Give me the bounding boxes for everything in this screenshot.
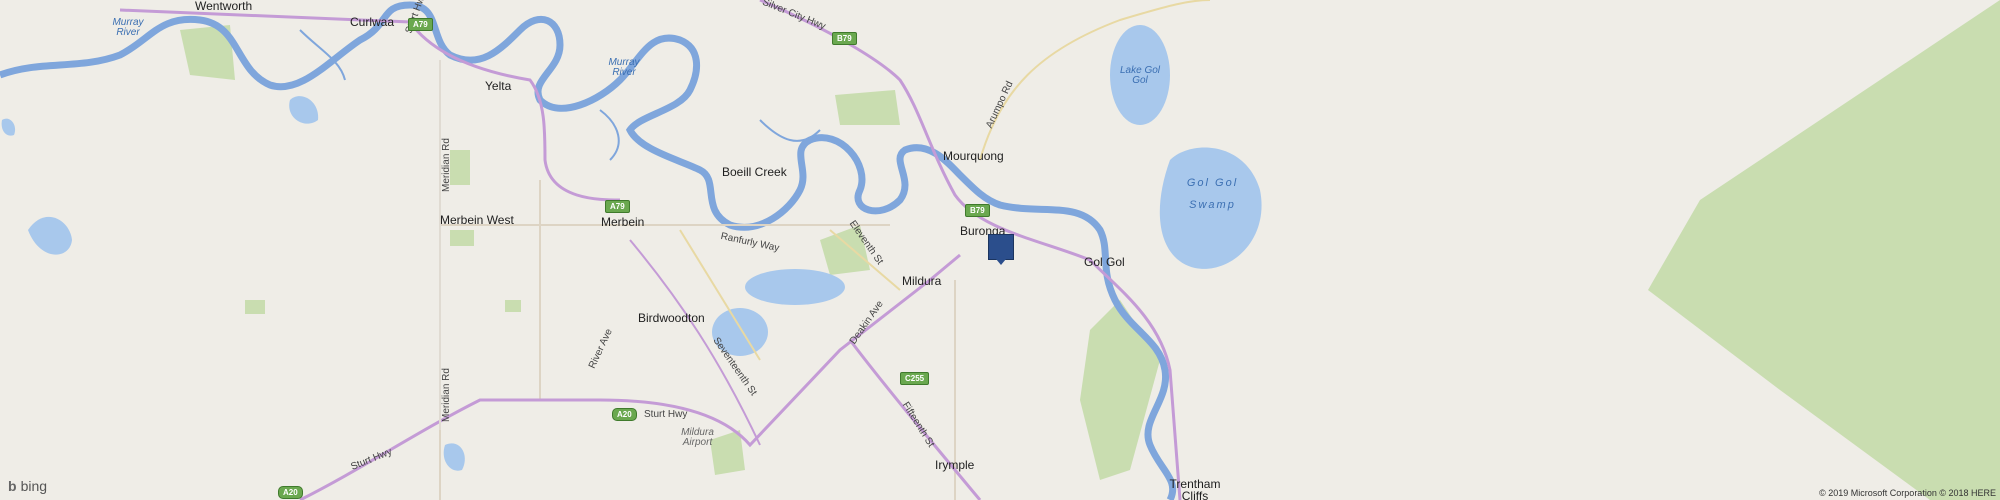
road-label-meridian-rd-north: Meridian Rd <box>440 138 452 192</box>
park-area-small-3 <box>450 230 474 246</box>
park-area-east <box>1648 0 2000 500</box>
route-shield-a20-sturt: A20 <box>612 408 637 421</box>
route-shield-a20-left: A20 <box>278 486 303 499</box>
copyright-notice: © 2019 Microsoft Corporation © 2018 HERE <box>1819 488 1996 498</box>
town-label-merbein: Merbein <box>601 215 645 229</box>
route-shield-b79-buronga: B79 <box>965 204 990 217</box>
water-label-murray-river-centre: Murray River <box>608 57 640 78</box>
map-canvas[interactable]: Wentworth Curlwaa Yelta Boeill Creek Mou… <box>0 0 2000 500</box>
lake-west-4 <box>1 118 16 136</box>
route-shield-c255: C255 <box>900 372 930 385</box>
park-area-small-2 <box>505 300 521 312</box>
highway-a20-sturt <box>299 253 961 500</box>
lake-west-3 <box>443 443 465 471</box>
bing-logo[interactable]: b bing <box>8 478 47 494</box>
water-label-lake-gol-gol: Lake Gol Gol <box>1119 65 1161 86</box>
route-shield-b79-north: B79 <box>832 32 857 45</box>
town-label-wentworth: Wentworth <box>195 0 253 13</box>
creek-1 <box>759 119 821 142</box>
airport-label-mildura: Mildura Airport <box>681 427 714 448</box>
town-label-gol-gol: Gol Gol <box>1084 255 1125 269</box>
creek-2 <box>599 109 620 161</box>
town-label-yelta: Yelta <box>485 79 512 93</box>
park-area-riverbank <box>1080 300 1160 480</box>
town-label-merbein-west: Merbein West <box>440 213 514 227</box>
road-label-sturt-hwy-east: Sturt Hwy <box>644 409 688 420</box>
park-area-small-1 <box>245 300 265 314</box>
lake-west-2 <box>289 96 319 124</box>
location-pin-marker[interactable] <box>988 234 1014 265</box>
route-shield-a79-curlwaa: A79 <box>408 18 433 31</box>
water-label-murray-river-west: Murray River <box>112 17 144 38</box>
bing-brand-text: bing <box>20 478 48 494</box>
bing-b-icon: b <box>8 478 17 494</box>
town-label-boeill-creek: Boeill Creek <box>722 165 787 179</box>
town-label-mourquong: Mourquong <box>943 149 1004 163</box>
park-area-boeill <box>835 90 900 125</box>
water-label-gol-gol-swamp: Gol Gol Swamp <box>1186 177 1239 211</box>
town-label-curlwaa: Curlwaa <box>350 15 395 29</box>
park-area-merbein <box>450 150 470 185</box>
local-road-arumpo <box>979 0 1211 161</box>
town-label-irymple: Irymple <box>935 458 975 472</box>
lake-kings-billabong <box>745 269 845 305</box>
lake-west-1 <box>28 216 72 255</box>
town-label-birdwoodton: Birdwoodton <box>638 311 705 325</box>
town-label-mildura: Mildura <box>902 274 942 288</box>
route-shield-a79-merbein: A79 <box>605 200 630 213</box>
road-label-meridian-rd-south: Meridian Rd <box>440 368 452 422</box>
town-label-trentham-cliffs: Trentham Cliffs <box>1169 477 1221 500</box>
